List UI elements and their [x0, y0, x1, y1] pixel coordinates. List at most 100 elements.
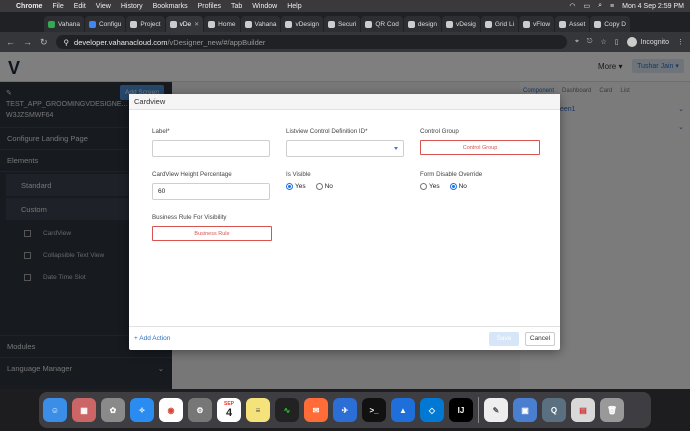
label-input[interactable] — [152, 140, 270, 157]
menu-bookmarks[interactable]: Bookmarks — [153, 3, 188, 10]
reload-icon[interactable]: ↻ — [40, 37, 48, 48]
tab-favicon-icon — [169, 20, 177, 28]
wifi-icon[interactable]: ◠ — [569, 2, 575, 10]
address-bar[interactable]: ⚲ developer.vahanacloud.com/vDesigner_ne… — [55, 35, 567, 49]
business-rule-field: Business Rule For Visibility Business Ru… — [152, 214, 272, 241]
incognito-label: Incognito — [640, 38, 669, 46]
close-tab-icon[interactable]: ✕ — [194, 21, 199, 28]
browser-toolbar: ← → ↻ ⚲ developer.vahanacloud.com/vDesig… — [0, 32, 690, 52]
cancel-button[interactable]: Cancel — [525, 331, 555, 346]
browser-tab-active[interactable]: vDe ✕ — [165, 16, 204, 32]
photos-icon[interactable]: ✿ — [101, 398, 125, 422]
browser-tab[interactable]: vDesign — [281, 16, 323, 32]
listview-select[interactable] — [286, 140, 404, 157]
browser-tab[interactable]: Configu — [84, 16, 126, 32]
control-group-button[interactable]: Control Group — [420, 140, 540, 155]
forward-arrow-icon[interactable]: → — [23, 37, 32, 47]
textedit-icon[interactable]: ✎ — [484, 398, 508, 422]
browser-tab[interactable]: Copy D — [590, 16, 630, 32]
menu-window[interactable]: Window — [252, 3, 277, 10]
tab-favicon-icon — [594, 20, 602, 28]
visible-yes-radio[interactable]: Yes — [286, 183, 306, 190]
browser-tab[interactable]: vFlow — [519, 16, 555, 32]
location-icon[interactable]: ⌖ — [575, 38, 579, 46]
trash-icon[interactable]: 🗑 — [600, 398, 624, 422]
site-info-icon[interactable]: ⚲ — [64, 38, 70, 47]
clock-datetime[interactable]: Mon 4 Sep 2:59 PM — [622, 3, 684, 10]
keynote-icon[interactable]: ▲ — [391, 398, 415, 422]
menu-tab[interactable]: Tab — [231, 3, 242, 10]
radio-checked-icon — [449, 183, 457, 190]
incognito-indicator[interactable]: Incognito — [626, 37, 669, 47]
battery-icon[interactable]: ▭ — [583, 2, 590, 10]
preview-icon[interactable]: ▣ — [513, 398, 537, 422]
form-disable-no-radio[interactable]: No — [449, 183, 467, 190]
vscode-icon[interactable]: ◇ — [420, 398, 444, 422]
finder-icon[interactable]: ☺ — [43, 398, 67, 422]
chrome-menu-icon[interactable]: ⋮ — [677, 38, 684, 46]
menu-help[interactable]: Help — [287, 3, 301, 10]
save-button[interactable]: Save — [489, 331, 519, 346]
calendar-icon[interactable]: SEP 4 — [217, 398, 241, 422]
control-group-field: Control Group Control Group — [420, 128, 540, 155]
search-icon[interactable]: ⌕ — [598, 2, 602, 10]
tab-favicon-icon — [446, 20, 454, 28]
control-center-icon[interactable]: ≡ — [610, 3, 614, 10]
dock-separator — [478, 397, 479, 423]
menu-edit[interactable]: Edit — [74, 3, 86, 10]
launchpad-icon[interactable]: ▦ — [72, 398, 96, 422]
menu-file[interactable]: File — [52, 3, 63, 10]
tab-favicon-icon — [407, 20, 415, 28]
browser-tab[interactable]: QR Cod — [361, 16, 403, 32]
browser-tab[interactable]: Home — [204, 16, 240, 32]
browser-tab[interactable]: Vahana — [240, 16, 281, 32]
menu-chrome[interactable]: Chrome — [16, 3, 42, 10]
visible-no-radio[interactable]: No — [315, 183, 333, 190]
label-field: Label* — [152, 128, 270, 157]
calendar-day: 4 — [225, 407, 233, 419]
menu-view[interactable]: View — [96, 3, 111, 10]
macos-menubar: Chrome File Edit View History Bookmarks … — [0, 0, 690, 12]
browser-tab[interactable]: Grid Li — [480, 16, 519, 32]
menu-profiles[interactable]: Profiles — [198, 3, 221, 10]
intellij-icon[interactable]: IJ — [449, 398, 473, 422]
chrome-icon[interactable]: ◉ — [159, 398, 183, 422]
safari-icon[interactable]: ✧ — [130, 398, 154, 422]
notes-icon[interactable]: ≡ — [246, 398, 270, 422]
browser-tab[interactable]: design — [403, 16, 442, 32]
back-arrow-icon[interactable]: ← — [6, 37, 15, 47]
business-rule-label: Business Rule For Visibility — [152, 214, 227, 221]
url-path: /vDesigner_new/#/appBuilder — [167, 37, 266, 47]
form-disable-field: Form Disable Override Yes No — [420, 171, 482, 190]
tab-favicon-icon — [365, 20, 373, 28]
browser-tab[interactable]: Vahana — [44, 16, 84, 32]
form-disable-yes-radio[interactable]: Yes — [420, 183, 440, 190]
menu-history[interactable]: History — [121, 3, 143, 10]
mail-icon[interactable]: ✈ — [333, 398, 357, 422]
tab-favicon-icon — [523, 20, 531, 28]
tab-favicon-icon — [484, 20, 492, 28]
add-action-link[interactable]: + Add Action — [134, 335, 170, 342]
share-icon[interactable]: ⎋ — [587, 38, 593, 46]
height-label: CardView Height Percentage — [152, 171, 232, 178]
browser-tab[interactable]: Asset — [555, 16, 590, 32]
quicktime-icon[interactable]: Q — [542, 398, 566, 422]
cardview-modal: Cardview Label* Listview Control Definit… — [129, 94, 560, 350]
browser-tab[interactable]: Securi — [323, 16, 361, 32]
radio-checked-icon — [286, 183, 293, 190]
activity-monitor-icon[interactable]: ∿ — [275, 398, 299, 422]
business-rule-button[interactable]: Business Rule — [152, 226, 272, 241]
terminal-icon[interactable]: >_ — [362, 398, 386, 422]
browser-tab[interactable]: Project — [126, 16, 165, 32]
archive-icon[interactable]: ▤ — [571, 398, 595, 422]
control-group-label: Control Group — [420, 128, 459, 135]
height-input[interactable]: 60 — [152, 183, 270, 200]
modal-footer: + Add Action Save Cancel — [129, 326, 560, 350]
split-view-icon[interactable]: ▯ — [615, 38, 619, 46]
form-disable-label: Form Disable Override — [420, 171, 483, 178]
settings-icon[interactable]: ⚙ — [188, 398, 212, 422]
label-label: Label* — [152, 128, 170, 135]
browser-tab[interactable]: vDesig — [442, 16, 480, 32]
postman-icon[interactable]: ✉ — [304, 398, 328, 422]
bookmark-star-icon[interactable]: ☆ — [600, 38, 606, 46]
